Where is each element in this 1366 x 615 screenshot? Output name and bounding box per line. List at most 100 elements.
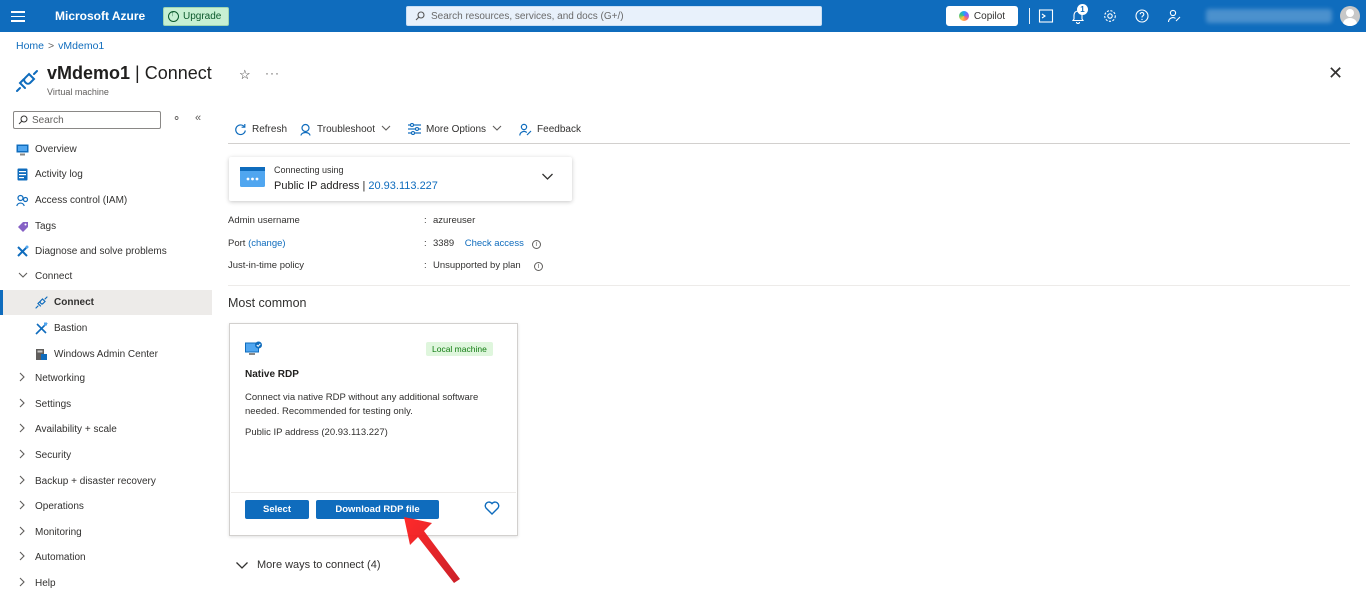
- command-bar-divider: [228, 143, 1350, 144]
- sidebar-group-connect[interactable]: Connect: [0, 264, 212, 289]
- rdp-card-ip: Public IP address (20.93.113.227): [245, 427, 388, 438]
- more-actions-icon[interactable]: ···: [265, 66, 280, 80]
- brand-logo-text[interactable]: Microsoft Azure: [55, 9, 145, 23]
- avatar[interactable]: [1340, 6, 1360, 26]
- rdp-card-title: Native RDP: [245, 369, 299, 380]
- connection-method-dropdown[interactable]: Connecting using Public IP address | 20.…: [229, 157, 572, 201]
- breadcrumb: Home > vMdemo1: [16, 40, 104, 52]
- sidebar-item-label: Connect: [35, 271, 73, 282]
- sidebar-search-input[interactable]: Search: [13, 111, 161, 129]
- sidebar-item-bastion[interactable]: Bastion: [0, 316, 212, 341]
- annotation-arrow: [404, 517, 460, 583]
- more-ways-to-connect-expander[interactable]: More ways to connect (4): [235, 559, 381, 571]
- admin-center-icon: [35, 348, 48, 361]
- collapse-sidebar-icon[interactable]: «: [195, 112, 201, 124]
- sidebar-group-security[interactable]: Security: [0, 443, 212, 468]
- upgrade-label: Upgrade: [183, 11, 222, 22]
- close-icon[interactable]: ✕: [1328, 64, 1343, 82]
- rdp-card-description: Connect via native RDP without any addit…: [245, 392, 479, 417]
- card-divider: [231, 492, 516, 493]
- sidebar-item-overview[interactable]: Overview: [0, 137, 212, 162]
- refresh-button[interactable]: Refresh: [234, 123, 287, 136]
- global-search-input[interactable]: Search resources, services, and docs (G+…: [406, 6, 822, 26]
- copilot-icon: [958, 11, 969, 21]
- notifications-badge: 1: [1077, 4, 1088, 15]
- help-icon[interactable]: [1134, 8, 1150, 24]
- sidebar-item-access-control[interactable]: Access control (IAM): [0, 188, 212, 213]
- page-title-page: Connect: [144, 63, 212, 83]
- sidebar-item-label: Bastion: [54, 323, 88, 334]
- page-subtitle: Virtual machine: [47, 87, 109, 97]
- troubleshoot-label: Troubleshoot: [317, 123, 376, 135]
- more-options-button[interactable]: More Options: [408, 123, 507, 135]
- upgrade-button[interactable]: Upgrade: [163, 7, 229, 26]
- troubleshoot-icon: [300, 123, 311, 136]
- admin-username-label: Admin username: [228, 215, 300, 226]
- page-title-resource: vMdemo1: [47, 63, 131, 83]
- sidebar-group-settings[interactable]: Settings: [0, 392, 212, 417]
- breadcrumb-home[interactable]: Home: [16, 40, 44, 52]
- chevron-right-icon: [18, 449, 30, 462]
- troubleshoot-button[interactable]: Troubleshoot: [299, 123, 396, 136]
- sidebar-item-label: Connect: [54, 297, 94, 308]
- chevron-down-icon: [492, 124, 507, 135]
- plug-icon: [35, 296, 48, 309]
- chevron-right-icon: [18, 577, 30, 590]
- page-title-separator: |: [135, 63, 140, 83]
- sidebar-group-networking[interactable]: Networking: [0, 366, 212, 391]
- row-colon: :: [424, 238, 427, 249]
- sidebar-item-activity-log[interactable]: Activity log: [0, 162, 212, 187]
- sidebar-group-monitoring[interactable]: Monitoring: [0, 520, 212, 545]
- chevron-right-icon: [18, 551, 30, 564]
- menu-icon[interactable]: [10, 8, 26, 24]
- sidebar-options-icon[interactable]: ⚬: [172, 112, 181, 125]
- connect-plug-icon: [16, 70, 38, 92]
- sidebar-item-label: Operations: [35, 501, 84, 512]
- select-button[interactable]: Select: [245, 500, 309, 519]
- sidebar-group-availability[interactable]: Availability + scale: [0, 417, 212, 442]
- cloud-shell-icon[interactable]: [1038, 8, 1054, 24]
- chevron-right-icon: [18, 372, 30, 385]
- more-ways-label: More ways to connect (4): [257, 559, 381, 571]
- refresh-label: Refresh: [252, 123, 288, 135]
- sidebar-item-label: Activity log: [35, 169, 83, 180]
- monitor-icon: [16, 143, 29, 156]
- settings-gear-icon[interactable]: [1102, 8, 1118, 24]
- sidebar-item-label: Networking: [35, 373, 86, 384]
- port-value-group: 3389 Check access i: [433, 238, 541, 249]
- chevron-down-icon: [542, 173, 553, 180]
- sidebar-item-windows-admin-center[interactable]: Windows Admin Center: [0, 342, 212, 367]
- topbar-divider: [1029, 8, 1030, 24]
- sidebar-item-diagnose[interactable]: Diagnose and solve problems: [0, 239, 212, 264]
- sidebar-item-label: Backup + disaster recovery: [35, 476, 156, 487]
- check-access-link[interactable]: Check access: [465, 238, 524, 249]
- sidebar-group-operations[interactable]: Operations: [0, 494, 212, 519]
- breadcrumb-current[interactable]: vMdemo1: [58, 40, 104, 52]
- account-name-blurred[interactable]: [1206, 9, 1332, 23]
- sidebar-group-backup[interactable]: Backup + disaster recovery: [0, 469, 212, 494]
- port-value: 3389: [433, 238, 455, 249]
- feedback-label: Feedback: [537, 123, 581, 135]
- sidebar-group-help[interactable]: Help: [0, 571, 212, 596]
- local-machine-badge: Local machine: [426, 342, 493, 356]
- feedback-person-icon[interactable]: [1166, 8, 1182, 24]
- copilot-button[interactable]: Copilot: [946, 6, 1018, 26]
- sidebar-item-label: Help: [35, 578, 56, 589]
- info-icon[interactable]: i: [533, 262, 543, 271]
- refresh-icon: [235, 123, 246, 135]
- favorite-star-icon[interactable]: ☆: [239, 67, 251, 83]
- chevron-down-icon: [18, 271, 30, 282]
- bastion-icon: [35, 322, 48, 335]
- search-icon: [415, 11, 425, 21]
- feedback-button[interactable]: Feedback: [519, 123, 581, 136]
- jit-policy-value: Unsupported by plan: [433, 260, 521, 271]
- favorite-heart-icon[interactable]: [484, 501, 500, 515]
- sidebar-item-label: Settings: [35, 399, 72, 410]
- sidebar-group-automation[interactable]: Automation: [0, 545, 212, 570]
- sidebar-item-tags[interactable]: Tags: [0, 214, 212, 239]
- port-row: Port (change) : 3389 Check access i: [228, 238, 541, 249]
- port-change-link[interactable]: (change): [248, 238, 286, 249]
- section-divider: [228, 285, 1350, 286]
- info-icon[interactable]: i: [531, 240, 541, 249]
- sidebar-item-connect[interactable]: Connect: [0, 290, 212, 315]
